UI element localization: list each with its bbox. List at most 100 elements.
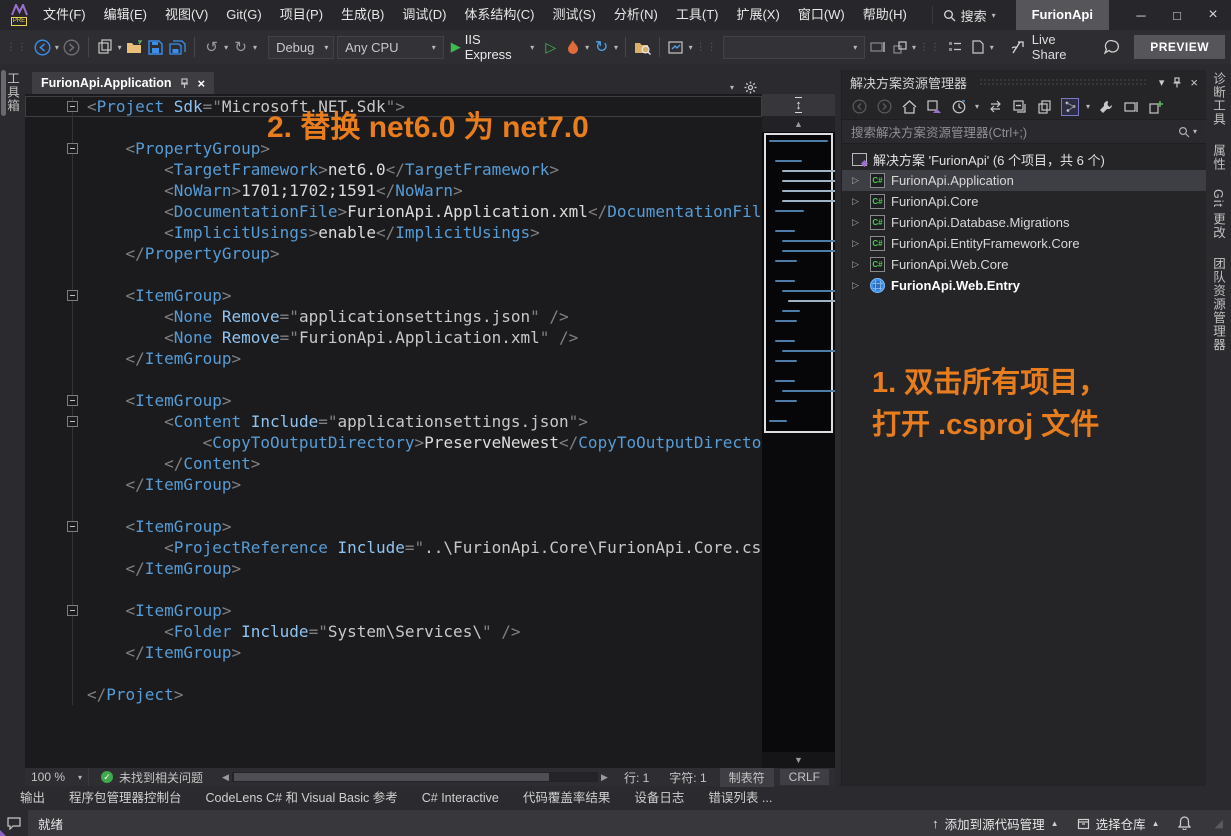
fold-marker-icon[interactable] [67, 416, 78, 427]
minimize-button[interactable]: ─ [1123, 0, 1159, 30]
scrollbar-thumb[interactable] [234, 773, 549, 781]
fold-marker-icon[interactable] [67, 143, 78, 154]
copy-path-icon[interactable] [1036, 98, 1054, 116]
code-line-11[interactable]: <None Remove="applicationsettings.json" … [25, 306, 762, 327]
restart-caret-icon[interactable]: ▾ [614, 43, 618, 52]
column-indicator[interactable]: 字符: 1 [660, 769, 715, 786]
code-line-8[interactable]: </PropertyGroup> [25, 243, 762, 264]
add-to-source-control-button[interactable]: ↑ 添加到源代码管理 ▲ [932, 814, 1058, 833]
code-line-13[interactable]: </ItemGroup> [25, 348, 762, 369]
hot-reload-caret-icon[interactable]: ▾ [585, 43, 589, 52]
code-line-22[interactable]: <ProjectReference Include="..\FurionApi.… [25, 537, 762, 558]
fold-marker-icon[interactable] [67, 290, 78, 301]
open-folder-icon[interactable] [125, 36, 144, 58]
sync-with-active-document-icon[interactable] [986, 98, 1004, 116]
resize-grip-icon[interactable]: ◢ [1215, 817, 1223, 830]
live-share-button[interactable]: Live Share [1011, 32, 1090, 62]
preview-selected-icon[interactable] [1122, 98, 1140, 116]
code-line-12[interactable]: <None Remove="FurionApi.Application.xml"… [25, 327, 762, 348]
restart-icon[interactable]: ↻ [592, 36, 611, 58]
project-row-6[interactable]: ▷FurionApi.Web.Entry [842, 275, 1206, 296]
project-row-1[interactable]: ▷C#FurionApi.Application [842, 170, 1206, 191]
scroll-left-icon[interactable]: ◀ [219, 772, 232, 783]
code-line-19[interactable]: </ItemGroup> [25, 474, 762, 495]
code-line-23[interactable]: </ItemGroup> [25, 558, 762, 579]
scroll-right-icon[interactable]: ▶ [598, 772, 611, 783]
feedback-icon[interactable] [0, 810, 28, 836]
bottom-tab-5[interactable]: 代码覆盖率结果 [513, 786, 621, 810]
solution-platform-dropdown[interactable]: Any CPU▾ [337, 36, 444, 59]
code-line-28[interactable] [25, 663, 762, 684]
bottom-tab-7[interactable]: 错误列表 ... [698, 786, 782, 810]
quick-search[interactable]: 搜索 ▾ [932, 6, 1006, 24]
pin-icon[interactable] [180, 78, 190, 88]
document-list-caret-icon[interactable]: ▾ [730, 83, 734, 92]
tabs-mode-indicator[interactable]: 制表符 [720, 768, 774, 787]
document-tab[interactable]: FurionApi.Application × [32, 72, 214, 94]
hot-reload-icon[interactable] [563, 36, 582, 58]
menu-item-5[interactable]: 项目(P) [271, 0, 332, 30]
home-icon[interactable] [900, 98, 918, 116]
horizontal-scrollbar[interactable]: ◀ ▶ [219, 768, 611, 786]
code-line-25[interactable]: <ItemGroup> [25, 600, 762, 621]
start-without-debugging-icon[interactable]: ▷ [541, 36, 560, 58]
scrollbar-track[interactable] [232, 772, 598, 782]
menu-item-6[interactable]: 生成(B) [332, 0, 393, 30]
pending-changes-filter-icon[interactable] [950, 98, 968, 116]
new-project-caret-icon[interactable]: ▾ [118, 43, 122, 52]
bottom-tab-4[interactable]: C# Interactive [412, 786, 509, 810]
code-line-17[interactable]: <CopyToOutputDirectory>PreserveNewest</C… [25, 432, 762, 453]
save-all-icon[interactable] [168, 36, 187, 58]
project-row-2[interactable]: ▷C#FurionApi.Core [842, 191, 1206, 212]
properties-wrench-icon[interactable] [1097, 98, 1115, 116]
fold-marker-icon[interactable] [67, 521, 78, 532]
show-all-files-icon[interactable] [1061, 98, 1079, 116]
toolbar-grip[interactable]: ⋮⋮ [919, 42, 941, 53]
panel-drag-area[interactable] [979, 78, 1147, 86]
expander-icon[interactable]: ▷ [852, 196, 859, 207]
code-line-26[interactable]: <Folder Include="System\Services\" /> [25, 621, 762, 642]
toolbar-grip[interactable]: ⋮⋮ [696, 42, 718, 53]
line-ending-indicator[interactable]: CRLF [780, 769, 829, 785]
code-line-5[interactable]: <NoWarn>1701;1702;1591</NoWarn> [25, 180, 762, 201]
refactor-caret-icon[interactable]: ▾ [912, 43, 916, 52]
fold-marker-icon[interactable] [67, 395, 78, 406]
search-icon[interactable]: ▾ [1178, 126, 1197, 138]
right-rail-tab-3[interactable]: Git 更改 [1209, 189, 1228, 239]
code-line-14[interactable] [25, 369, 762, 390]
minimap[interactable] [764, 133, 833, 433]
solution-configuration-dropdown[interactable]: Debug▾ [268, 36, 334, 59]
redo-caret-icon[interactable]: ▾ [253, 43, 257, 52]
code-line-18[interactable]: </Content> [25, 453, 762, 474]
code-line-16[interactable]: <Content Include="applicationsettings.js… [25, 411, 762, 432]
navigate-back-icon[interactable] [33, 36, 52, 58]
solution-search-box[interactable]: 搜索解决方案资源管理器(Ctrl+;) ▾ [842, 120, 1206, 144]
solution-root-row[interactable]: 解决方案 'FurionApi' (6 个项目，共 6 个) [842, 149, 1206, 170]
split-window-handle[interactable]: ↕ [762, 94, 835, 116]
code-line-27[interactable]: </ItemGroup> [25, 642, 762, 663]
fold-marker-icon[interactable] [67, 605, 78, 616]
menu-item-3[interactable]: 视图(V) [156, 0, 217, 30]
zoom-dropdown[interactable]: 100 %▾ [25, 768, 89, 786]
code-editor[interactable]: 2. 替换 net6.0 为 net7.0 <Project Sdk="Micr… [25, 94, 762, 768]
code-line-15[interactable]: <ItemGroup> [25, 390, 762, 411]
navigate-back-caret-icon[interactable]: ▾ [55, 43, 59, 52]
code-line-6[interactable]: <DocumentationFile>FurionApi.Application… [25, 201, 762, 222]
editor-options-gear-icon[interactable] [744, 81, 757, 94]
project-row-3[interactable]: ▷C#FurionApi.Database.Migrations [842, 212, 1206, 233]
code-line-10[interactable]: <ItemGroup> [25, 285, 762, 306]
find-in-files-icon[interactable] [633, 36, 652, 58]
preview-button[interactable]: PREVIEW [1134, 35, 1225, 59]
close-tab-icon[interactable]: × [198, 76, 206, 91]
expander-icon[interactable]: ▷ [852, 280, 859, 291]
back-icon[interactable] [850, 98, 868, 116]
switch-views-icon[interactable] [925, 98, 943, 116]
right-rail-tab-1[interactable]: 诊断工具 [1209, 72, 1228, 126]
menu-item-2[interactable]: 编辑(E) [95, 0, 156, 30]
code-line-24[interactable] [25, 579, 762, 600]
code-line-9[interactable] [25, 264, 762, 285]
new-project-icon[interactable] [96, 36, 115, 58]
line-indicator[interactable]: 行: 1 [615, 769, 658, 786]
panel-menu-caret-icon[interactable]: ▾ [1159, 76, 1165, 89]
search-term-box[interactable]: FurionApi [1016, 0, 1109, 30]
